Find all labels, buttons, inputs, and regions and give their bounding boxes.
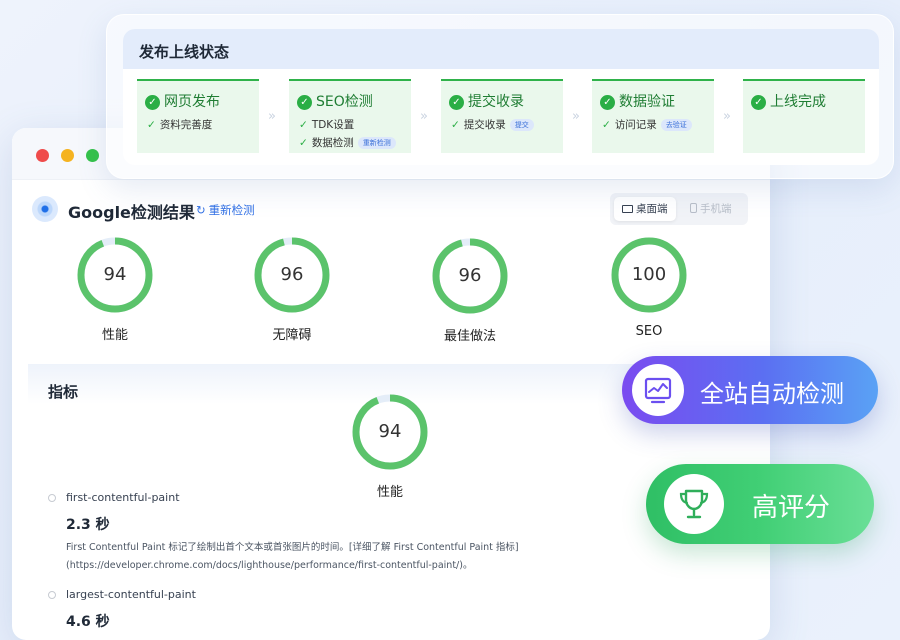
tab-desktop-label: 桌面端 <box>636 203 668 215</box>
step-submit-index[interactable]: ✓ 提交收录 ✓ 提交收录 提交 <box>441 79 563 153</box>
step-title-text: 数据验证 <box>619 94 675 110</box>
refresh-icon: ↻ <box>196 203 206 217</box>
results-title: Google检测结果 <box>68 203 195 222</box>
device-toggle: 桌面端 手机端 <box>610 193 748 225</box>
trophy-icon <box>664 474 724 534</box>
check-circle-icon: ✓ <box>600 95 615 110</box>
auto-check-text: 全站自动检测 <box>700 380 844 408</box>
google-radar-icon <box>32 196 58 222</box>
metric-value: 2.3 秒 <box>66 517 110 533</box>
high-score-text: 高评分 <box>752 493 831 523</box>
check-icon: ✓ <box>451 119 460 131</box>
phone-icon <box>690 203 697 213</box>
step-subitem: ✓ 数据检测 重新检测 <box>299 135 396 150</box>
metric-description-link[interactable]: (https://developer.chrome.com/docs/light… <box>66 557 726 575</box>
double-chevron-right-icon: » <box>268 109 276 124</box>
score-gauge-accessibility: 96 <box>252 235 332 315</box>
step-title: ✓ 提交收录 <box>449 91 524 111</box>
step-title: ✓ SEO检测 <box>297 91 373 111</box>
tab-mobile-label: 手机端 <box>700 203 732 215</box>
score-label: 最佳做法 <box>443 329 496 344</box>
metric-bullet <box>48 494 56 502</box>
close-window-dot[interactable] <box>36 149 49 162</box>
step-data-verify[interactable]: ✓ 数据验证 ✓ 访问记录 去验证 <box>592 79 714 153</box>
submit-pill[interactable]: 提交 <box>509 119 534 131</box>
tab-desktop[interactable]: 桌面端 <box>614 197 676 221</box>
score-gauge-seo: 100 <box>609 235 689 315</box>
check-circle-icon: ✓ <box>145 95 160 110</box>
check-circle-icon: ✓ <box>297 95 312 110</box>
step-title: ✓ 数据验证 <box>600 91 675 111</box>
metric-value: 4.6 秒 <box>66 614 110 630</box>
step-subitem: ✓ TDK设置 <box>299 117 354 132</box>
check-icon: ✓ <box>602 119 611 131</box>
publish-status-title: 发布上线状态 <box>139 43 230 61</box>
auto-check-badge[interactable]: 全站自动检测 <box>622 356 878 424</box>
step-subitem-text: 数据检测 <box>311 137 354 149</box>
check-icon: ✓ <box>147 119 156 131</box>
monitor-icon <box>622 205 633 213</box>
metric-name: largest-contentful-paint <box>66 588 196 601</box>
minimize-window-dot[interactable] <box>61 149 74 162</box>
double-chevron-right-icon: » <box>723 109 731 124</box>
metrics-title: 指标 <box>48 383 79 401</box>
publish-status-panel: 发布上线状态 ✓ 网页发布 ✓ 资料完善度 » ✓ SEO检测 ✓ TDK设置 ✓ 数据检… <box>123 29 879 165</box>
step-subitem-text: 访问记录 <box>614 119 657 131</box>
recheck-pill[interactable]: 重新检测 <box>357 137 396 149</box>
verify-pill[interactable]: 去验证 <box>660 119 692 131</box>
step-title: ✓ 网页发布 <box>145 91 220 111</box>
recheck-link[interactable]: ↻ 重新检测 <box>196 202 255 218</box>
maximize-window-dot[interactable] <box>86 149 99 162</box>
step-title-text: 上线完成 <box>770 94 826 110</box>
step-title-text: SEO检测 <box>316 94 373 110</box>
score-value: 100 <box>631 264 667 285</box>
score-label: 无障碍 <box>272 328 312 343</box>
tab-mobile[interactable]: 手机端 <box>682 197 740 221</box>
check-icon: ✓ <box>299 137 308 149</box>
score-gauge-performance: 94 <box>75 235 155 315</box>
step-subitem-text: 提交收录 <box>463 119 506 131</box>
step-subitem-text: TDK设置 <box>311 119 355 131</box>
step-subitem: ✓ 访问记录 去验证 <box>602 117 692 132</box>
metric-description: First Contentful Paint 标记了绘制出首个文本或首张图片的时… <box>66 542 519 553</box>
double-chevron-right-icon: » <box>572 109 580 124</box>
step-subitem: ✓ 提交收录 提交 <box>451 117 534 132</box>
step-title-text: 网页发布 <box>164 94 220 110</box>
high-score-badge[interactable]: 高评分 <box>646 464 874 544</box>
publish-status-header: 发布上线状态 <box>123 29 879 69</box>
step-seo-check[interactable]: ✓ SEO检测 ✓ TDK设置 ✓ 数据检测 重新检测 <box>289 79 411 153</box>
overall-performance-label: 性能 <box>376 485 403 500</box>
score-gauge-best-practices: 96 <box>430 236 510 316</box>
score-value: 96 <box>458 265 482 286</box>
step-subitem: ✓ 资料完善度 <box>147 117 212 132</box>
score-label: SEO <box>635 324 663 339</box>
step-title: ✓ 上线完成 <box>751 91 826 111</box>
overall-performance-gauge: 94 <box>350 392 430 472</box>
publish-status-card: 发布上线状态 ✓ 网页发布 ✓ 资料完善度 » ✓ SEO检测 ✓ TDK设置 ✓ 数据检… <box>106 14 894 179</box>
score-value: 94 <box>103 264 127 285</box>
step-subitem-text: 资料完善度 <box>159 119 213 131</box>
recheck-label: 重新检测 <box>208 203 255 217</box>
score-label: 性能 <box>101 328 128 343</box>
step-web-publish[interactable]: ✓ 网页发布 ✓ 资料完善度 <box>137 79 259 153</box>
monitor-chart-icon <box>632 364 684 416</box>
check-icon: ✓ <box>299 119 308 131</box>
check-circle-icon: ✓ <box>751 95 766 110</box>
step-title-text: 提交收录 <box>468 94 524 110</box>
score-value: 94 <box>378 421 402 442</box>
step-online-complete[interactable]: ✓ 上线完成 <box>743 79 865 153</box>
double-chevron-right-icon: » <box>420 109 428 124</box>
metric-name: first-contentful-paint <box>66 491 180 504</box>
metric-bullet <box>48 591 56 599</box>
score-value: 96 <box>280 264 304 285</box>
check-circle-icon: ✓ <box>449 95 464 110</box>
